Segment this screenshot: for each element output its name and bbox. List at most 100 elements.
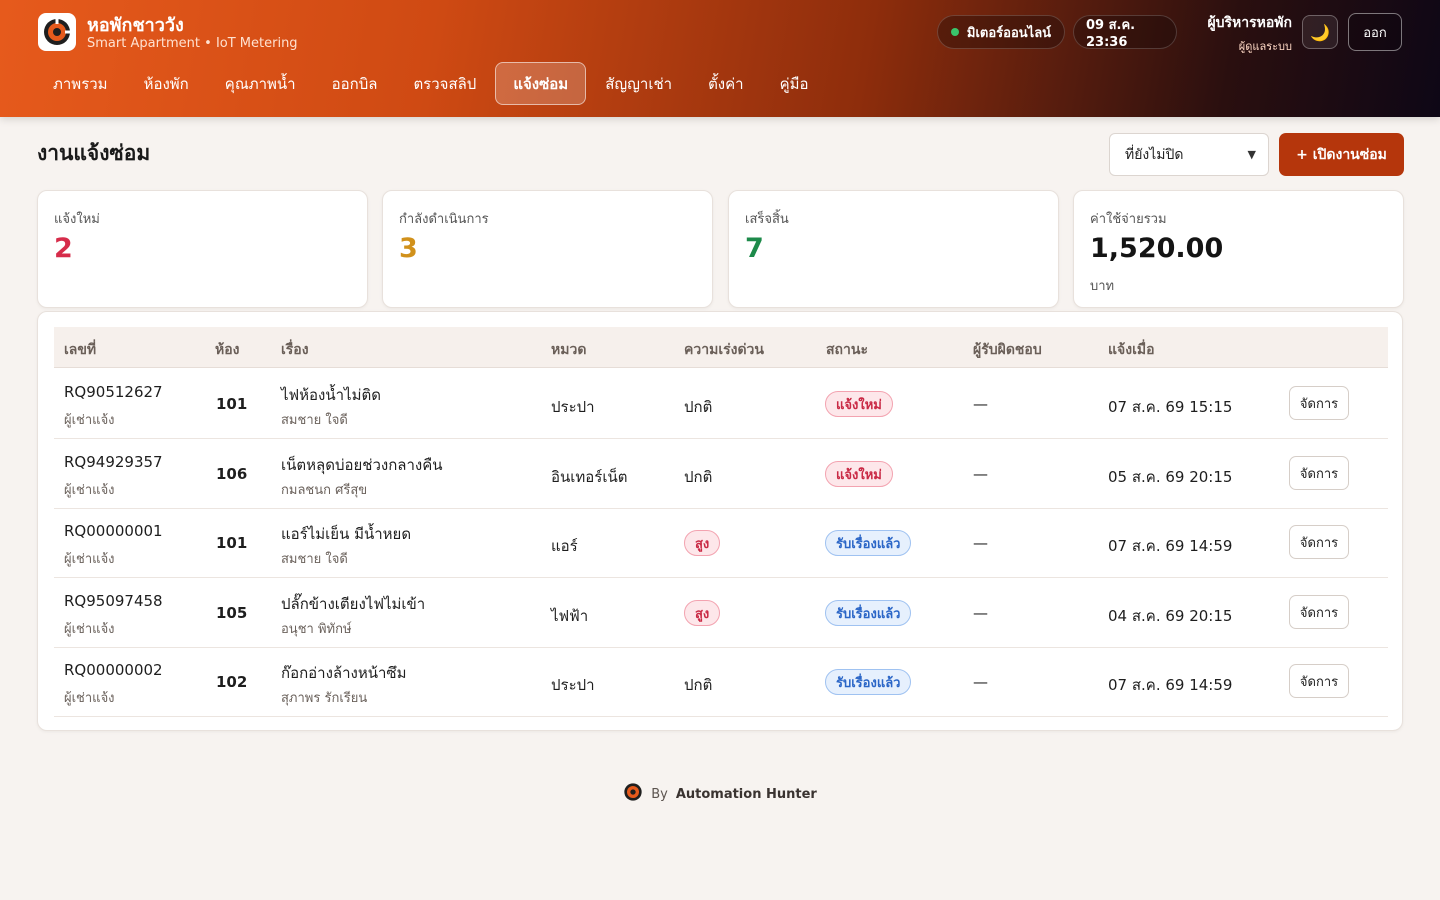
stat-value: 2 (54, 233, 73, 264)
room-number: 101 (216, 395, 248, 413)
category: ไฟฟ้า (551, 607, 589, 625)
room-number: 105 (216, 604, 248, 622)
nav-item-billing[interactable]: ออกบิล (315, 62, 395, 105)
status-badge: รับเรื่องแล้ว (825, 600, 912, 626)
manage-button[interactable]: จัดการ (1289, 595, 1349, 629)
request-id: RQ00000001 (64, 522, 163, 540)
col-header-status[interactable]: สถานะ (826, 339, 868, 361)
tenant-name: สุภาพร รักเรียน (281, 691, 368, 706)
request-source: ผู้เช่าแจ้ง (64, 691, 115, 706)
request-id: RQ00000002 (64, 661, 163, 679)
table-row[interactable]: RQ90512627 ผู้เช่าแจ้ง 101 ไฟห้องน้ำไม่ต… (54, 369, 1388, 439)
table-header: เลขที่ ห้อง เรื่อง หมวด ความเร่งด่วน สถา… (54, 327, 1388, 368)
request-source: ผู้เช่าแจ้ง (64, 413, 115, 428)
brand-subtitle: Smart Apartment • IoT Metering (87, 36, 298, 51)
nav-item-repairs[interactable]: แจ้งซ่อม (495, 62, 587, 105)
chevron-down-icon: ▼ (1247, 148, 1256, 161)
room-number: 102 (216, 673, 248, 691)
col-header-reported-at[interactable]: แจ้งเมื่อ (1108, 339, 1154, 361)
status-filter-value: ที่ยังไม่ปิด (1125, 146, 1184, 163)
stat-value: 7 (745, 233, 764, 264)
datetime-badge: 09 ส.ค. 23:36 (1073, 15, 1177, 50)
meter-status-badge: มิเตอร์ออนไลน์ (937, 15, 1065, 49)
urgency: ปกติ (684, 468, 713, 486)
request-source: ผู้เช่าแจ้ง (64, 552, 115, 567)
nav-item-settings[interactable]: ตั้งค่า (691, 62, 761, 105)
logout-button[interactable]: ออก (1348, 13, 1402, 51)
status-badge: รับเรื่องแล้ว (825, 669, 912, 695)
footer-logo-icon (623, 782, 643, 806)
request-source: ผู้เช่าแจ้ง (64, 622, 115, 637)
urgency: ปกติ (684, 676, 713, 694)
stat-value: 3 (399, 233, 418, 264)
stat-card-done: เสร็จสิ้น 7 (728, 190, 1059, 308)
stat-label: ค่าใช้จ่ายรวม (1090, 212, 1167, 227)
theme-toggle-button[interactable]: 🌙 (1302, 15, 1338, 49)
user-role: ผู้ดูแลระบบ (1238, 40, 1292, 53)
col-header-room[interactable]: ห้อง (215, 339, 239, 361)
tenant-name: สมชาย ใจดี (281, 552, 348, 567)
stat-label: เสร็จสิ้น (745, 212, 789, 227)
reported-at: 05 ส.ค. 69 20:15 (1108, 468, 1233, 486)
assignee: — (973, 395, 988, 413)
urgency: ปกติ (684, 398, 713, 416)
col-header-id[interactable]: เลขที่ (64, 339, 96, 361)
col-header-assignee[interactable]: ผู้รับผิดชอบ (973, 339, 1042, 361)
col-header-urgency[interactable]: ความเร่งด่วน (684, 339, 764, 361)
stat-label: กำลังดำเนินการ (399, 212, 489, 227)
col-header-subject[interactable]: เรื่อง (281, 339, 309, 361)
stat-label: แจ้งใหม่ (54, 212, 100, 227)
stat-value: 1,520.00 (1090, 233, 1224, 264)
brand-title: หอพักชาววัง (87, 15, 184, 36)
manage-button[interactable]: จัดการ (1289, 525, 1349, 559)
nav-item-manual[interactable]: คู่มือ (763, 62, 826, 105)
urgency-badge: สูง (684, 530, 721, 556)
manage-button[interactable]: จัดการ (1289, 386, 1349, 420)
request-subject: เน็ตหลุดบ่อยช่วงกลางคืน (281, 456, 443, 474)
nav-item-contracts[interactable]: สัญญาเช่า (588, 62, 689, 105)
tenant-name: สมชาย ใจดี (281, 413, 348, 428)
table-row[interactable]: RQ95097458 ผู้เช่าแจ้ง 105 ปลั๊กข้างเตีย… (54, 578, 1388, 648)
status-filter-select[interactable]: ที่ยังไม่ปิด ▼ (1109, 133, 1269, 176)
page-title: งานแจ้งซ่อม (37, 141, 151, 165)
category: แอร์ (551, 537, 578, 555)
request-subject: ก๊อกอ่างล้างหน้าซึม (281, 664, 407, 682)
assignee: — (973, 465, 988, 483)
new-repair-button[interactable]: + เปิดงานซ่อม (1279, 133, 1404, 176)
table-row[interactable]: RQ00000001 ผู้เช่าแจ้ง 101 แอร์ไม่เย็น ม… (54, 508, 1388, 578)
room-number: 106 (216, 465, 248, 483)
app-logo-icon[interactable] (38, 13, 76, 51)
manage-button[interactable]: จัดการ (1289, 456, 1349, 490)
category: ประปา (551, 676, 595, 694)
table-row[interactable]: RQ94929357 ผู้เช่าแจ้ง 106 เน็ตหลุดบ่อยช… (54, 439, 1388, 509)
request-subject: ปลั๊กข้างเตียงไฟไม่เข้า (281, 595, 426, 613)
nav-item-water-quality[interactable]: คุณภาพน้ำ (208, 62, 313, 105)
reported-at: 07 ส.ค. 69 15:15 (1108, 398, 1233, 416)
assignee: — (973, 534, 988, 552)
stat-unit: บาท (1090, 279, 1115, 294)
request-id: RQ94929357 (64, 453, 163, 471)
top-header: หอพักชาววัง Smart Apartment • IoT Meteri… (0, 0, 1440, 117)
category: ประปา (551, 398, 595, 416)
request-source: ผู้เช่าแจ้ง (64, 483, 115, 498)
status-badge: แจ้งใหม่ (825, 461, 893, 487)
nav-item-slip-check[interactable]: ตรวจสลิป (396, 62, 493, 105)
manage-button[interactable]: จัดการ (1289, 664, 1349, 698)
moon-icon: 🌙 (1310, 22, 1330, 42)
tenant-name: อนุชา พิทักษ์ (281, 622, 352, 637)
table-row[interactable]: RQ00000002 ผู้เช่าแจ้ง 102 ก๊อกอ่างล้างห… (54, 647, 1388, 717)
request-id: RQ90512627 (64, 383, 163, 401)
stat-card-cost: ค่าใช้จ่ายรวม 1,520.00 บาท (1073, 190, 1404, 308)
stat-card-in-progress: กำลังดำเนินการ 3 (382, 190, 713, 308)
footer-author[interactable]: Automation Hunter (676, 787, 817, 802)
request-subject: ไฟห้องน้ำไม่ติด (281, 386, 381, 404)
user-name: ผู้บริหารหอพัก (1207, 15, 1292, 31)
reported-at: 07 ส.ค. 69 14:59 (1108, 537, 1233, 555)
stat-card-new: แจ้งใหม่ 2 (37, 190, 368, 308)
col-header-category[interactable]: หมวด (551, 339, 586, 361)
nav-item-overview[interactable]: ภาพรวม (36, 62, 125, 105)
reported-at: 07 ส.ค. 69 14:59 (1108, 676, 1233, 694)
nav-item-rooms[interactable]: ห้องพัก (127, 62, 206, 105)
request-id: RQ95097458 (64, 592, 163, 610)
assignee: — (973, 673, 988, 691)
